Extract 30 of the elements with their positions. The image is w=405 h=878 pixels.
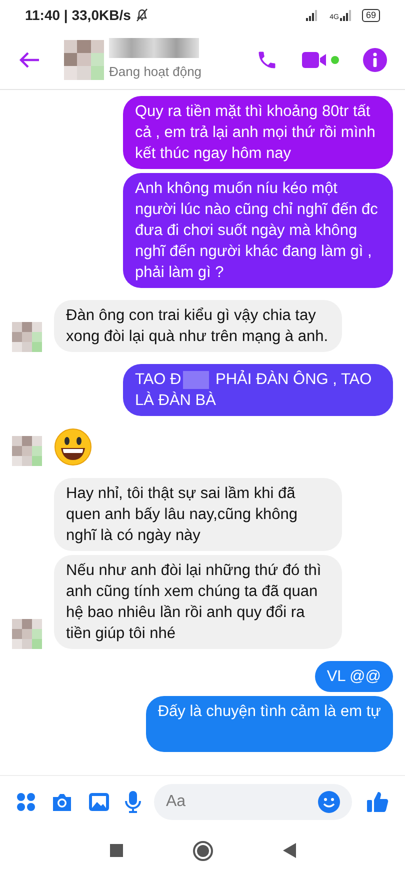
info-icon[interactable] bbox=[363, 48, 387, 72]
grinning-face-icon bbox=[54, 428, 92, 466]
microphone-icon[interactable] bbox=[125, 791, 141, 813]
blurred-avatar bbox=[64, 40, 104, 80]
blurred-word bbox=[183, 370, 210, 389]
sent-message: Quy ra tiền mặt thì khoảng 80tr tất cả , em trả lại anh mọi thứ rồi mình kết thúc ngay hôm nay bbox=[123, 96, 393, 169]
message-input[interactable]: Aa bbox=[166, 790, 318, 814]
apps-icon[interactable] bbox=[16, 792, 36, 812]
back-button[interactable] bbox=[282, 843, 296, 858]
image-icon[interactable] bbox=[88, 792, 110, 812]
muted-bell-icon bbox=[134, 8, 149, 22]
received-message: Hay nhỉ, tôi thật sự sai lầm khi đã quen anh bấy lâu nay,cũng không nghĩ là có ngày này bbox=[54, 478, 342, 551]
recent-apps-button[interactable] bbox=[110, 844, 122, 857]
status-time: 11:40 | 33,0KB/s bbox=[25, 6, 131, 26]
message-field[interactable]: Aa bbox=[154, 784, 352, 820]
received-message: Đàn ông con trai kiểu gì vậy chia tay xong đòi lại quà như trên mạng à anh. bbox=[54, 300, 342, 352]
sent-message: VL @@ bbox=[314, 661, 393, 692]
sent-message: TAO Đ PHẢI ĐÀN ÔNG , TAO LÀ ĐÀN BÀ bbox=[123, 364, 393, 416]
active-status: Đang hoạt động bbox=[109, 62, 202, 81]
sent-message: Anh không muốn níu kéo một người lúc nào cũng chỉ nghĩ đến đc đưa đi chơi suốt ngày mà không nghĩ đến người khác đang làm gì , phải làm gì ? bbox=[123, 173, 393, 288]
sent-message: Đấy là chuyện tình cảm là em tự bbox=[146, 696, 393, 752]
battery-level: 69 bbox=[362, 8, 380, 22]
home-button[interactable] bbox=[192, 840, 212, 860]
camera-icon[interactable] bbox=[51, 792, 73, 812]
emoji-icon[interactable] bbox=[318, 791, 340, 813]
signal-icon bbox=[340, 9, 354, 21]
video-camera-icon[interactable] bbox=[302, 50, 328, 68]
received-message: Nếu như anh đòi lại những thứ đó thì anh cũng tính xem chúng ta đã quan hệ bao nhiêu lần rồi anh quy đổi ra tiền giúp tôi nhé bbox=[54, 555, 342, 649]
thumbs-up-icon[interactable] bbox=[367, 791, 389, 813]
back-arrow-icon[interactable] bbox=[18, 50, 40, 68]
